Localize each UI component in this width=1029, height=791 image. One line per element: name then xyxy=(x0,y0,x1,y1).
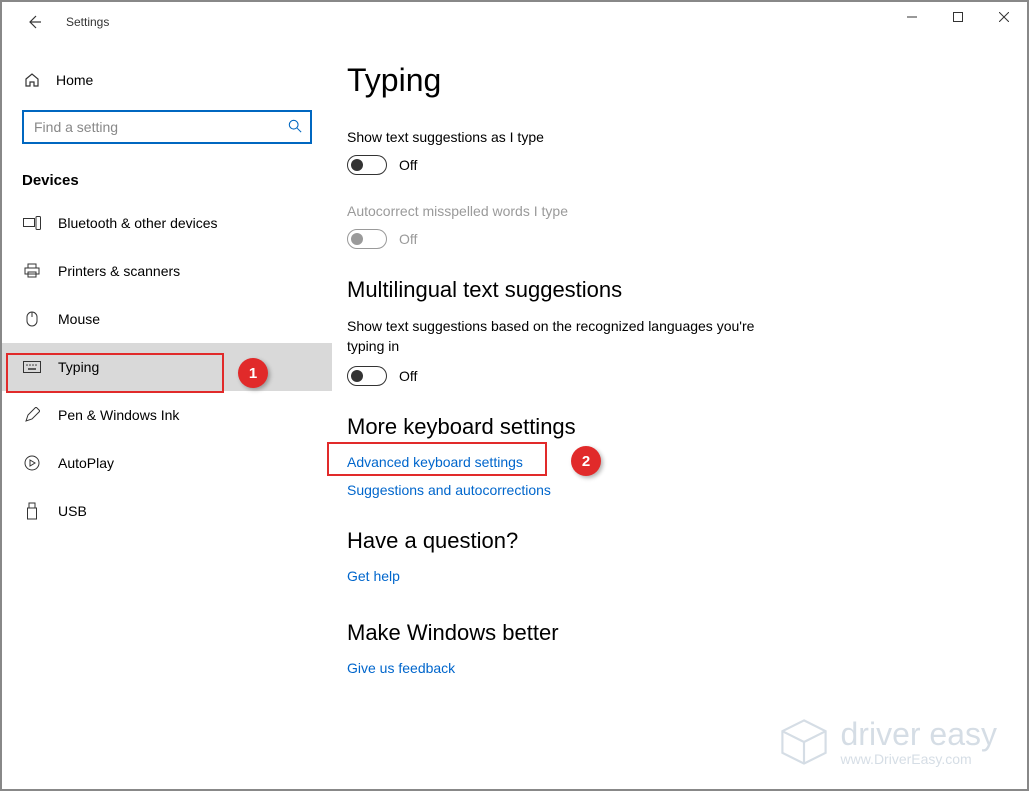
section-heading-multilingual: Multilingual text suggestions xyxy=(347,277,987,303)
search-box[interactable] xyxy=(22,110,312,144)
minimize-button[interactable] xyxy=(889,2,935,32)
cube-icon xyxy=(777,715,831,769)
toggle-multilingual[interactable] xyxy=(347,366,387,386)
toggle-autocorrect xyxy=(347,229,387,249)
maximize-button[interactable] xyxy=(935,2,981,32)
window-title: Settings xyxy=(66,15,109,29)
autoplay-icon xyxy=(22,455,42,471)
sidebar-item-label: Printers & scanners xyxy=(58,263,180,279)
sidebar-home-label: Home xyxy=(56,72,93,88)
toggle-status: Off xyxy=(399,368,417,384)
back-arrow-icon xyxy=(26,14,42,30)
titlebar: Settings xyxy=(2,2,1027,42)
section-heading-more-keyboard: More keyboard settings xyxy=(347,414,987,440)
sidebar-item-pen[interactable]: Pen & Windows Ink xyxy=(2,391,332,439)
search-input[interactable] xyxy=(32,118,288,136)
sidebar-item-label: Pen & Windows Ink xyxy=(58,407,179,423)
sidebar-item-mouse[interactable]: Mouse xyxy=(2,295,332,343)
toggle-status: Off xyxy=(399,231,417,247)
printer-icon xyxy=(22,263,42,279)
section-heading-make-better: Make Windows better xyxy=(347,620,987,646)
sidebar-item-label: Typing xyxy=(58,359,99,375)
main-content: Typing Show text suggestions as I type O… xyxy=(332,42,1027,789)
search-icon xyxy=(288,119,302,136)
toggle-text-suggestions[interactable] xyxy=(347,155,387,175)
sidebar-item-label: AutoPlay xyxy=(58,455,114,471)
sidebar-item-printers[interactable]: Printers & scanners xyxy=(2,247,332,295)
link-suggestions-autocorrections[interactable]: Suggestions and autocorrections xyxy=(347,482,987,498)
link-advanced-keyboard[interactable]: Advanced keyboard settings xyxy=(347,454,987,470)
maximize-icon xyxy=(953,12,963,22)
section-desc-multilingual: Show text suggestions based on the recog… xyxy=(347,317,767,356)
toggle-status: Off xyxy=(399,157,417,173)
watermark-url: www.DriverEasy.com xyxy=(841,752,998,767)
pen-icon xyxy=(22,407,42,423)
page-title: Typing xyxy=(347,62,987,99)
mouse-icon xyxy=(22,311,42,327)
close-button[interactable] xyxy=(981,2,1027,32)
window-controls xyxy=(889,2,1027,32)
sidebar-item-typing[interactable]: Typing xyxy=(2,343,332,391)
sidebar-item-label: USB xyxy=(58,503,87,519)
sidebar-item-usb[interactable]: USB xyxy=(2,487,332,535)
minimize-icon xyxy=(907,12,917,22)
sidebar: Home Devices Bluetooth & other devices P… xyxy=(2,42,332,789)
devices-icon xyxy=(22,216,42,230)
sidebar-item-label: Mouse xyxy=(58,311,100,327)
setting-label-suggestions: Show text suggestions as I type xyxy=(347,129,987,145)
section-heading-question: Have a question? xyxy=(347,528,987,554)
close-icon xyxy=(999,12,1009,22)
sidebar-item-label: Bluetooth & other devices xyxy=(58,215,218,231)
watermark-title: driver easy xyxy=(841,717,998,752)
home-icon xyxy=(22,72,42,88)
link-give-feedback[interactable]: Give us feedback xyxy=(347,660,987,676)
sidebar-section-devices: Devices xyxy=(2,144,332,199)
link-get-help[interactable]: Get help xyxy=(347,568,987,584)
sidebar-item-autoplay[interactable]: AutoPlay xyxy=(2,439,332,487)
usb-icon xyxy=(22,502,42,520)
setting-label-autocorrect: Autocorrect misspelled words I type xyxy=(347,203,987,219)
back-button[interactable] xyxy=(20,8,48,36)
sidebar-home[interactable]: Home xyxy=(2,62,332,98)
sidebar-item-bluetooth[interactable]: Bluetooth & other devices xyxy=(2,199,332,247)
watermark: driver easy www.DriverEasy.com xyxy=(777,715,998,769)
keyboard-icon xyxy=(22,361,42,373)
